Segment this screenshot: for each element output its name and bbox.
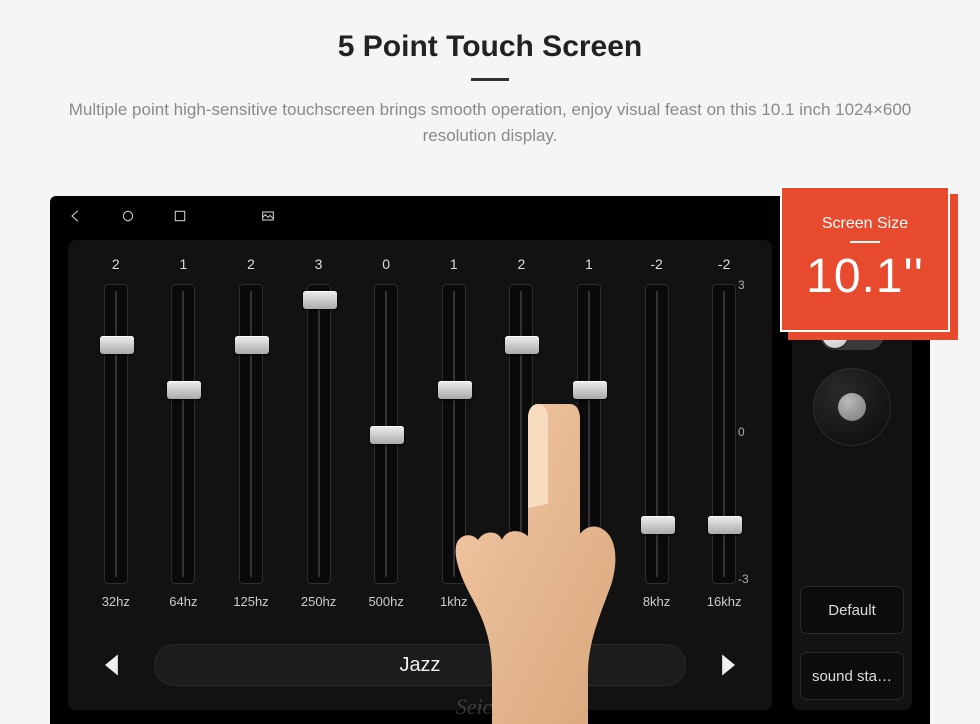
eq-band: 3 250hz — [285, 256, 353, 616]
equalizer-panel: 2 32hz 1 64hz 2 125hz 3 250hz 0 500hz 1 1khz 2 2khz 1 4… — [68, 240, 772, 710]
title-underline — [471, 78, 509, 81]
eq-band-freq: 500hz — [368, 594, 403, 609]
back-icon[interactable] — [68, 208, 84, 229]
eq-slider-thumb[interactable] — [641, 516, 675, 534]
loudness-indicator — [838, 393, 866, 421]
eq-band: 1 1khz — [420, 256, 488, 616]
eq-slider[interactable] — [104, 284, 128, 584]
eq-slider-thumb[interactable] — [438, 381, 472, 399]
eq-band-freq: 2khz — [508, 594, 535, 609]
eq-band-value: 1 — [585, 256, 593, 276]
eq-scale: 3 0 -3 — [738, 282, 766, 582]
eq-slider[interactable] — [442, 284, 466, 584]
eq-band-value: 1 — [450, 256, 458, 276]
eq-band-value: -2 — [718, 256, 730, 276]
eq-slider[interactable] — [577, 284, 601, 584]
eq-band-value: 2 — [247, 256, 255, 276]
eq-band-freq: 32hz — [102, 594, 130, 609]
eq-band-value: 2 — [517, 256, 525, 276]
eq-band: -2 8khz — [623, 256, 691, 616]
screen-size-label: Screen Size — [822, 215, 908, 233]
eq-band: 2 32hz — [82, 256, 150, 616]
eq-band-value: 0 — [382, 256, 390, 276]
eq-band-freq: 16khz — [707, 594, 742, 609]
gallery-icon[interactable] — [260, 208, 276, 229]
screen-size-value: 10.1'' — [806, 249, 924, 304]
eq-slider-thumb[interactable] — [235, 336, 269, 354]
eq-slider-thumb[interactable] — [167, 381, 201, 399]
preset-next-button[interactable] — [704, 651, 752, 679]
preset-name[interactable]: Jazz — [154, 644, 686, 686]
eq-slider[interactable] — [374, 284, 398, 584]
eq-band: 1 64hz — [150, 256, 218, 616]
scale-tick-mid: 0 — [738, 425, 766, 439]
eq-band-value: 2 — [112, 256, 120, 276]
screen-size-overlay: Screen Size 10.1'' — [780, 186, 950, 332]
eq-band: 1 4khz — [555, 256, 623, 616]
eq-slider-thumb[interactable] — [370, 426, 404, 444]
scale-tick-bottom: -3 — [738, 572, 766, 586]
eq-band-freq: 1khz — [440, 594, 467, 609]
eq-slider-thumb[interactable] — [573, 381, 607, 399]
eq-slider[interactable] — [307, 284, 331, 584]
eq-slider-thumb[interactable] — [505, 336, 539, 354]
page-subtitle: Multiple point high-sensitive touchscree… — [0, 97, 980, 148]
eq-band-value: -2 — [650, 256, 662, 276]
eq-slider[interactable] — [645, 284, 669, 584]
home-icon[interactable] — [120, 208, 136, 229]
preset-bar: Jazz — [88, 638, 752, 692]
eq-band: 0 500hz — [352, 256, 420, 616]
eq-band-value: 1 — [179, 256, 187, 276]
sound-stage-button[interactable]: sound sta… — [800, 652, 904, 700]
eq-band: 2 2khz — [488, 256, 556, 616]
eq-slider[interactable] — [509, 284, 533, 584]
overlay-underline — [850, 241, 880, 243]
eq-band-freq: 250hz — [301, 594, 336, 609]
recents-icon[interactable] — [172, 208, 188, 229]
eq-band-freq: 125hz — [233, 594, 268, 609]
eq-band: 2 125hz — [217, 256, 285, 616]
scale-tick-top: 3 — [738, 278, 766, 292]
eq-slider[interactable] — [712, 284, 736, 584]
eq-slider-thumb[interactable] — [303, 291, 337, 309]
eq-band-freq: 8khz — [643, 594, 670, 609]
default-button[interactable]: Default — [800, 586, 904, 634]
preset-prev-button[interactable] — [88, 651, 136, 679]
eq-slider-thumb[interactable] — [100, 336, 134, 354]
eq-band-freq: 4khz — [575, 594, 602, 609]
eq-slider[interactable] — [239, 284, 263, 584]
eq-band-value: 3 — [315, 256, 323, 276]
loudness-button[interactable] — [813, 368, 891, 446]
page-title: 5 Point Touch Screen — [0, 30, 980, 64]
eq-slider[interactable] — [171, 284, 195, 584]
eq-band-freq: 64hz — [169, 594, 197, 609]
